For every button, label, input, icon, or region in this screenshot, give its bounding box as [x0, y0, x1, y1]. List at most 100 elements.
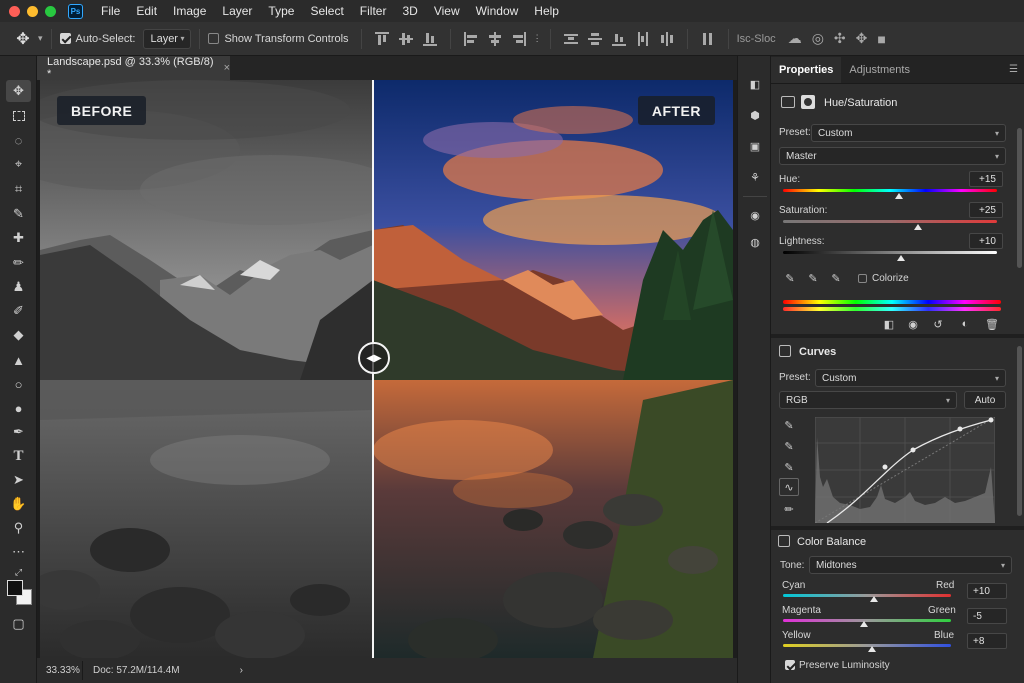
curves-eyedropper-icon[interactable]: ✎	[781, 417, 797, 433]
align-bottom-icon[interactable]	[422, 32, 437, 46]
path-selection-tool-icon[interactable]: ➤	[6, 469, 31, 491]
curves-auto-button[interactable]: Auto	[964, 391, 1006, 409]
orbit-3d-icon[interactable]: ☁	[788, 30, 802, 47]
close-icon[interactable]: ×	[224, 62, 230, 74]
curves-pencil-icon[interactable]: ✏	[781, 501, 797, 517]
eyedropper-subtract-icon[interactable]: ✎	[828, 270, 844, 286]
visibility-icon[interactable]: ◐	[957, 316, 973, 332]
preserve-luminosity-checkbox[interactable]	[785, 660, 795, 670]
document-info[interactable]: Doc: 57.2M/114.4M ›	[93, 665, 243, 676]
distribute-horizontal-icon[interactable]	[660, 31, 674, 46]
saturation-slider-track[interactable]	[783, 220, 997, 223]
curves-channel-dropdown[interactable]: RGB ▾	[779, 391, 957, 409]
saturation-value-field[interactable]: +25	[969, 202, 1003, 218]
menu-view[interactable]: View	[426, 4, 468, 18]
dodge-tool-icon[interactable]: ●	[6, 397, 31, 419]
menu-window[interactable]: Window	[468, 4, 527, 18]
distribute-top-icon[interactable]	[563, 32, 578, 46]
clone-stamp-tool-icon[interactable]: ♟	[6, 276, 31, 298]
colorize-checkbox[interactable]	[858, 274, 867, 283]
lasso-tool-icon[interactable]: ◌	[6, 129, 31, 151]
menu-3d[interactable]: 3D	[394, 4, 425, 18]
menu-layer[interactable]: Layer	[214, 4, 260, 18]
curve-point[interactable]	[957, 426, 963, 432]
lightness-slider-track[interactable]	[783, 251, 997, 254]
menu-image[interactable]: Image	[165, 4, 214, 18]
eyedropper-icon[interactable]: ✎	[782, 270, 798, 286]
view-previous-icon[interactable]: ◉	[905, 316, 921, 332]
align-horizontal-center-icon[interactable]	[488, 31, 502, 46]
menu-help[interactable]: Help	[526, 4, 567, 18]
distribute-left-icon[interactable]	[636, 31, 650, 46]
move-tool-icon[interactable]: ✥	[12, 28, 34, 50]
distribute-spacing-icon[interactable]	[701, 32, 715, 46]
curve-point[interactable]	[910, 447, 916, 453]
auto-select-checkbox[interactable]	[59, 33, 71, 44]
yellow-blue-slider-track[interactable]	[783, 644, 951, 647]
curves-panel-scrollbar[interactable]	[1017, 346, 1022, 516]
3d-panel-icon[interactable]: ⬢	[745, 105, 765, 125]
chevron-down-icon[interactable]: ▾	[38, 33, 43, 44]
menu-select[interactable]: Select	[302, 4, 351, 18]
foreground-color-swatch[interactable]	[7, 580, 23, 596]
align-vertical-center-icon[interactable]	[398, 32, 413, 46]
curves-eyedropper-gray-icon[interactable]: ✎	[781, 438, 797, 454]
brush-tool-icon[interactable]: ✏	[6, 252, 31, 274]
compare-slider-handle[interactable]: ◀▶	[358, 342, 390, 374]
eyedropper-add-icon[interactable]: ✎	[805, 270, 821, 286]
document-tab[interactable]: Landscape.psd @ 33.3% (RGB/8) * ×	[37, 56, 230, 80]
yellow-blue-value-field[interactable]: +8	[967, 633, 1007, 649]
cyan-red-slider-track[interactable]	[783, 594, 951, 597]
curves-smooth-icon[interactable]: ∿	[779, 478, 799, 496]
crop-tool-icon[interactable]: ⌗	[6, 178, 31, 200]
more-options-icon[interactable]: ⋮	[533, 33, 542, 44]
curves-graph[interactable]	[815, 417, 995, 523]
eyedropper-tool-icon[interactable]: ✎	[6, 203, 31, 225]
delete-icon[interactable]: 🗑	[984, 316, 1000, 332]
magenta-green-value-field[interactable]: -5	[967, 608, 1007, 624]
clip-to-layer-icon[interactable]: ◧	[881, 316, 897, 332]
menu-file[interactable]: File	[93, 4, 128, 18]
hue-value-field[interactable]: +15	[969, 171, 1003, 187]
quick-mask-icon[interactable]: ▢	[6, 613, 31, 635]
hue-slider-track[interactable]	[783, 189, 997, 192]
swatches-panel-icon[interactable]: ◍	[745, 232, 765, 252]
lightness-value-field[interactable]: +10	[969, 233, 1003, 249]
curve-point[interactable]	[882, 464, 888, 470]
align-right-icon[interactable]	[512, 31, 526, 46]
curves-eyedropper-white-icon[interactable]: ✎	[781, 459, 797, 475]
marquee-tool-icon[interactable]	[6, 105, 31, 127]
minimize-window-button[interactable]	[27, 5, 38, 17]
mask-icon[interactable]	[801, 95, 815, 109]
curves-preset-dropdown[interactable]: Custom ▾	[815, 369, 1006, 387]
quick-select-tool-icon[interactable]: ⌖	[6, 153, 31, 175]
hue-panel-scrollbar[interactable]	[1017, 128, 1022, 268]
channel-dropdown[interactable]: Master ▾	[779, 147, 1006, 165]
eraser-tool-icon[interactable]: ◆	[6, 324, 31, 346]
healing-brush-tool-icon[interactable]: ✚	[6, 227, 31, 249]
show-transform-checkbox[interactable]	[208, 33, 220, 44]
move-tool-icon[interactable]: ✥	[6, 80, 31, 102]
magenta-green-slider-thumb[interactable]	[859, 621, 868, 627]
reset-icon[interactable]: ↺	[930, 316, 946, 332]
more-tools-icon[interactable]: ⋯	[6, 541, 31, 563]
panel-menu-icon[interactable]: ☰	[1009, 64, 1018, 75]
saturation-slider-thumb[interactable]	[913, 224, 922, 230]
lightness-slider-thumb[interactable]	[896, 255, 905, 261]
scale-3d-icon[interactable]: ■	[877, 31, 885, 47]
roll-3d-icon[interactable]: ◎	[812, 30, 824, 47]
menu-edit[interactable]: Edit	[128, 4, 165, 18]
history-brush-tool-icon[interactable]: ✐	[6, 300, 31, 322]
zoom-tool-icon[interactable]: ⚲	[6, 517, 31, 539]
menu-type[interactable]: Type	[260, 4, 302, 18]
menu-filter[interactable]: Filter	[352, 4, 395, 18]
tab-adjustments[interactable]: Adjustments	[841, 57, 918, 83]
pen-tool-icon[interactable]: ✒	[6, 421, 31, 443]
tone-dropdown[interactable]: Midtones ▾	[809, 556, 1012, 574]
auto-select-target-dropdown[interactable]: Layer ▾	[143, 28, 192, 49]
paths-panel-icon[interactable]: ⚘	[745, 167, 765, 187]
align-left-icon[interactable]	[463, 31, 478, 46]
slide-3d-icon[interactable]: ✥	[856, 30, 868, 47]
document-canvas[interactable]: BEFORE AFTER ◀▶	[40, 80, 733, 658]
libraries-panel-icon[interactable]: ▣	[745, 136, 765, 156]
